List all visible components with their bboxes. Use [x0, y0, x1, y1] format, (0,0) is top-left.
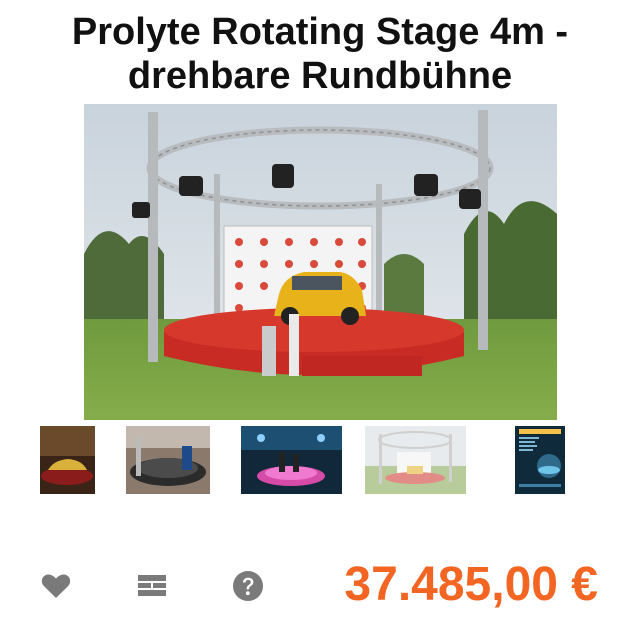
thumbnail-1[interactable]: [40, 426, 95, 494]
rotating-stage-photo: [84, 104, 557, 420]
thumbnail-4[interactable]: [365, 426, 466, 494]
stage-construction-photo: [126, 426, 210, 494]
thumbnail-3[interactable]: [241, 426, 342, 494]
product-title-line-1: Prolyte Rotating Stage 4m -: [71, 11, 569, 53]
thumbnail-gallery: [0, 426, 640, 496]
question-button[interactable]: [231, 569, 265, 603]
product-actions: 37.485,00 €: [0, 555, 640, 615]
thumbnail-2[interactable]: [126, 426, 210, 494]
product-price: 37.485,00 €: [344, 558, 598, 611]
rotating-stage-brochure: [515, 426, 565, 494]
stage-outdoor-photo: [365, 426, 466, 494]
stage-car-photo: [40, 426, 95, 494]
product-title: Prolyte Rotating Stage 4m - drehbare Run…: [0, 10, 640, 98]
stage-concert-photo: [241, 426, 342, 494]
wishlist-button[interactable]: [39, 569, 73, 603]
thumbnail-5[interactable]: [515, 426, 565, 494]
compare-icon: [138, 575, 166, 596]
heart-icon: [41, 574, 71, 598]
main-product-image[interactable]: [84, 104, 557, 420]
question-icon: [233, 571, 263, 601]
product-title-line-2: drehbare Rundbühne: [127, 55, 513, 97]
compare-button[interactable]: [135, 569, 169, 603]
